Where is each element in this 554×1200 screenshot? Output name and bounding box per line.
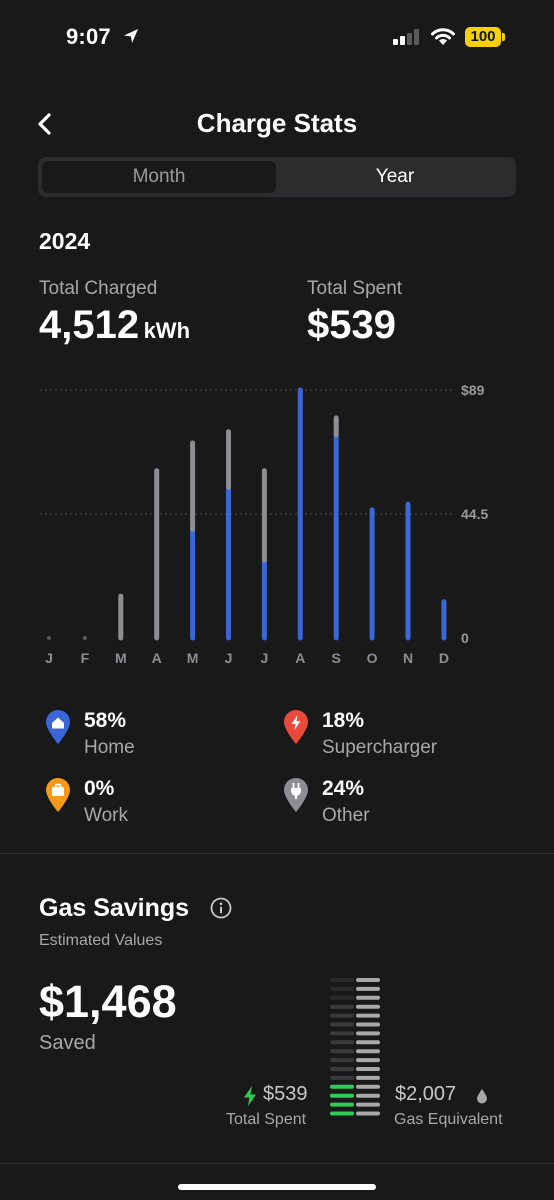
section-divider [0, 853, 554, 854]
y-tick-label: 44.5 [461, 506, 488, 522]
total-charged-unit: kWh [143, 318, 191, 343]
segment-month[interactable]: Month [42, 161, 276, 193]
legend-other-label: Other [322, 805, 370, 826]
fuel-drop-icon [477, 1089, 487, 1104]
location-arrow-icon [124, 29, 138, 43]
home-indicator[interactable] [178, 1184, 376, 1190]
segment-year[interactable]: Year [278, 161, 512, 193]
battery-tip [502, 33, 505, 41]
gas-equivalent-label: Gas Equivalent [394, 1111, 503, 1128]
x-tick-label: M [115, 650, 127, 666]
gas-total-spent-amount: $539 [263, 1083, 308, 1105]
legend-home-pct: 58% [84, 709, 127, 732]
bottom-divider [0, 1163, 554, 1164]
total-spent-label: Total Spent [307, 278, 403, 299]
total-charged: 4,512 kWh [39, 303, 190, 348]
info-icon[interactable] [210, 897, 232, 919]
gas-savings-subtitle: Estimated Values [39, 932, 163, 949]
x-tick-label: M [187, 650, 199, 666]
bolt-icon [284, 710, 308, 744]
year-label: 2024 [39, 228, 91, 254]
x-tick-label: N [403, 650, 413, 666]
legend-work-pct: 0% [84, 777, 115, 800]
y-tick-label: 0 [461, 630, 469, 646]
x-tick-label: S [332, 650, 341, 666]
total-spent-value: $539 [307, 303, 396, 347]
legend-supercharger-pct: 18% [322, 709, 365, 732]
legend-home-label: Home [84, 737, 135, 758]
page-title: Charge Stats [196, 108, 358, 138]
bolt-icon [244, 1086, 256, 1106]
battery-indicator: 100 [465, 27, 501, 47]
briefcase-icon [46, 778, 70, 812]
saved-amount: $1,468 [39, 976, 177, 1027]
x-tick-label: D [439, 650, 449, 666]
plug-icon [284, 778, 308, 812]
x-tick-label: A [152, 650, 162, 666]
bar-empty-dot [82, 636, 87, 640]
x-tick-label: J [261, 650, 269, 666]
legend-work-label: Work [84, 805, 128, 826]
gas-equivalent-amount: $2,007 [395, 1083, 457, 1105]
legend-supercharger-label: Supercharger [322, 737, 438, 758]
legend-other-pct: 24% [322, 777, 365, 800]
gas-total-spent-label: Total Spent [226, 1111, 307, 1128]
wifi-icon [431, 28, 455, 45]
saved-label: Saved [39, 1032, 96, 1054]
bar-empty-dot [47, 636, 51, 640]
x-tick-label: J [225, 650, 233, 666]
x-tick-label: J [45, 650, 53, 666]
monthly-charge-chart: $89 44.5 0 J F M A M J J A S O N D [40, 382, 488, 666]
total-charged-value: 4,512 [39, 303, 140, 347]
home-icon [46, 710, 70, 744]
x-tick-label: A [295, 650, 305, 666]
gas-savings-title: Gas Savings [39, 894, 190, 922]
status-time: 9:07 [66, 24, 111, 49]
x-tick-label: O [367, 650, 378, 666]
gas-comparison-meter [330, 978, 380, 1116]
x-tick-label: F [81, 650, 90, 666]
total-charged-label: Total Charged [39, 278, 158, 299]
cellular-signal-icon [393, 29, 419, 45]
y-tick-label: $89 [461, 382, 485, 398]
